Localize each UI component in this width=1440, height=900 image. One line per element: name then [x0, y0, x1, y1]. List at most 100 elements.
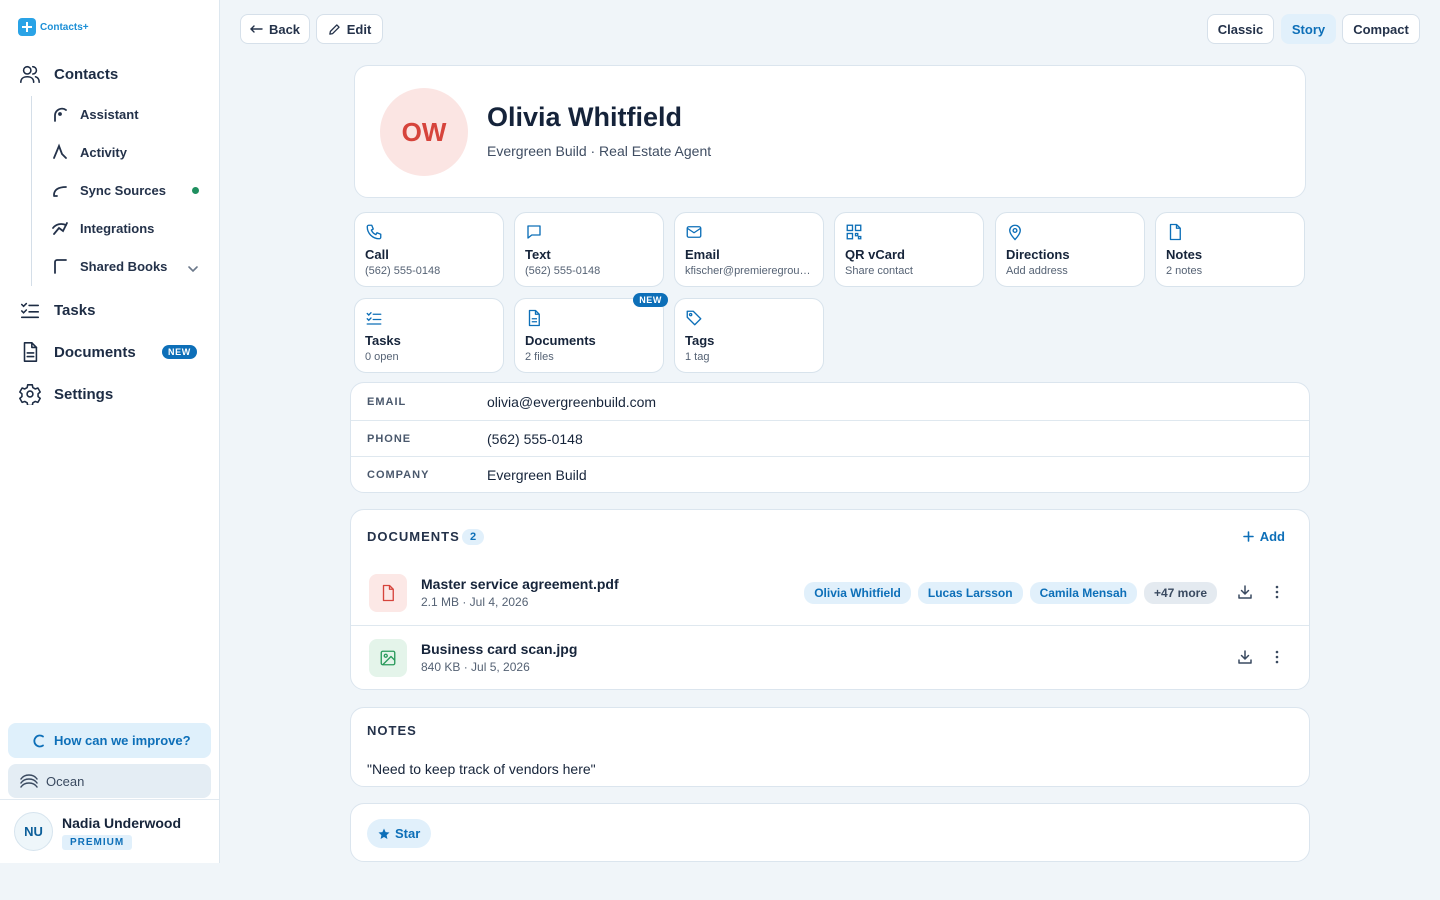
action-call[interactable]: Call (562) 555-0148 — [354, 212, 504, 287]
action-notes[interactable]: Notes 2 notes — [1155, 212, 1305, 287]
nav-settings[interactable]: Settings — [18, 382, 113, 406]
action-sub: 1 tag — [685, 351, 710, 363]
info-value[interactable]: (562) 555-0148 — [487, 431, 583, 447]
shared-with-chips: Olivia Whitfield Lucas Larsson Camila Me… — [804, 582, 1217, 604]
star-button[interactable]: Star — [367, 819, 432, 848]
action-email[interactable]: Email kfischer@premieregroup.com — [674, 212, 824, 287]
plus-icon — [1242, 531, 1254, 542]
action-label: Notes — [1166, 247, 1203, 262]
contact-header-card: OW Olivia Whitfield Evergreen Build · Re… — [354, 65, 1306, 198]
users-icon — [18, 62, 42, 86]
sidebar-item-sync-sources[interactable]: Sync Sources — [50, 180, 166, 200]
action-tasks[interactable]: Tasks 0 open — [354, 298, 504, 373]
note-icon — [1166, 223, 1184, 241]
add-label: Add — [1259, 529, 1285, 544]
nav-documents[interactable]: Documents — [18, 340, 136, 364]
action-sub: 2 notes — [1166, 265, 1203, 277]
nav-tasks-label: Tasks — [54, 301, 96, 319]
documents-card: DOCUMENTS 2 Add Master service agreement… — [350, 509, 1310, 690]
action-label: Directions — [1006, 247, 1070, 262]
add-document-button[interactable]: Add — [1242, 529, 1285, 544]
action-tags[interactable]: Tags 1 tag — [674, 298, 824, 373]
mail-icon — [685, 223, 703, 241]
action-directions[interactable]: Directions Add address — [995, 212, 1145, 287]
documents-count: 2 — [462, 529, 485, 545]
theme-label: Ocean — [46, 773, 85, 789]
info-key: EMAIL — [367, 396, 407, 408]
nav-contacts[interactable]: Contacts — [18, 62, 118, 86]
file-name: Business card scan.jpg — [421, 641, 578, 657]
avatar: NU — [14, 812, 53, 851]
sidebar-item-label: Activity — [80, 144, 127, 160]
nav-settings-label: Settings — [54, 385, 114, 403]
action-sub: 0 open — [365, 351, 399, 363]
view-classic-button[interactable]: Classic — [1207, 14, 1274, 44]
new-badge: NEW — [633, 293, 668, 307]
document-row[interactable]: Master service agreement.pdf 2.1 MB · Ju… — [351, 561, 1309, 626]
action-text[interactable]: Text (562) 555-0148 — [514, 212, 664, 287]
view-label: Story — [1291, 21, 1326, 37]
info-row-company: COMPANY Evergreen Build — [351, 456, 1309, 492]
sidebar-item-assistant[interactable]: Assistant — [50, 104, 139, 124]
document-icon — [525, 309, 543, 327]
info-value[interactable]: olivia@evergreenbuild.com — [487, 394, 656, 410]
document-row[interactable]: Business card scan.jpg 840 KB · Jul 5, 2… — [351, 625, 1309, 690]
action-qr-vcard[interactable]: QR vCard Share contact — [834, 212, 984, 287]
edit-button[interactable]: Edit — [316, 14, 383, 44]
person-chip[interactable]: Camila Mensah — [1029, 582, 1137, 604]
theme-switcher[interactable]: Ocean — [8, 764, 211, 798]
waves-icon — [20, 773, 38, 789]
arrow-left-icon — [249, 24, 263, 34]
view-label: Compact — [1353, 21, 1409, 37]
gear-icon — [18, 382, 42, 406]
action-label: Documents — [525, 333, 596, 348]
feedback-label: How can we improve? — [54, 733, 191, 748]
info-row-phone: PHONE (562) 555-0148 — [351, 420, 1309, 456]
info-value[interactable]: Evergreen Build — [487, 467, 587, 483]
more-vertical-icon[interactable] — [1269, 649, 1285, 665]
app-name: Contacts+ — [40, 21, 89, 33]
sidebar-item-label: Assistant — [80, 106, 139, 122]
more-chip[interactable]: +47 more — [1143, 582, 1217, 604]
action-sub: (562) 555-0148 — [365, 265, 441, 277]
back-button[interactable]: Back — [240, 14, 310, 44]
nav-tasks[interactable]: Tasks — [18, 298, 95, 322]
contact-info-card: EMAIL olivia@evergreenbuild.com PHONE (5… — [350, 382, 1310, 493]
shared-books-icon — [50, 256, 70, 276]
assistant-icon — [50, 104, 70, 124]
phone-icon — [365, 223, 383, 241]
feedback-button[interactable]: How can we improve? — [8, 723, 211, 758]
action-sub: Add address — [1006, 265, 1068, 277]
action-label: Email — [685, 247, 720, 262]
sidebar-item-shared-books[interactable]: Shared Books — [50, 256, 167, 276]
activity-icon — [50, 142, 70, 162]
user-profile[interactable]: NU Nadia Underwood PREMIUM — [0, 799, 219, 863]
sidebar-item-integrations[interactable]: Integrations — [50, 218, 154, 238]
app-logo[interactable]: Contacts+ — [18, 18, 89, 36]
action-label: Text — [525, 247, 551, 262]
action-label: Tasks — [365, 333, 401, 348]
download-icon[interactable] — [1237, 649, 1253, 665]
documents-title: DOCUMENTS — [367, 529, 460, 544]
image-file-icon — [369, 639, 407, 677]
info-key: PHONE — [367, 432, 412, 445]
chevron-down-icon[interactable] — [186, 262, 200, 276]
action-label: Tags — [685, 333, 715, 348]
person-chip[interactable]: Lucas Larsson — [917, 582, 1023, 604]
download-icon[interactable] — [1237, 584, 1253, 600]
action-label: QR vCard — [845, 247, 905, 262]
map-pin-icon — [1006, 223, 1024, 241]
more-vertical-icon[interactable] — [1269, 584, 1285, 600]
view-compact-button[interactable]: Compact — [1342, 14, 1420, 44]
new-badge: NEW — [162, 345, 197, 359]
view-story-button[interactable]: Story — [1281, 14, 1336, 44]
action-sub: Share contact — [845, 265, 913, 277]
tag-icon — [685, 309, 703, 327]
sidebar-item-activity[interactable]: Activity — [50, 142, 127, 162]
note-text[interactable]: "Need to keep track of vendors here" — [367, 761, 596, 777]
user-name: Nadia Underwood — [62, 815, 182, 831]
qr-icon — [845, 223, 863, 241]
person-chip[interactable]: Olivia Whitfield — [804, 582, 911, 604]
action-documents[interactable]: Documents 2 files NEW — [514, 293, 668, 373]
sidebar-item-label: Sync Sources — [80, 182, 166, 198]
